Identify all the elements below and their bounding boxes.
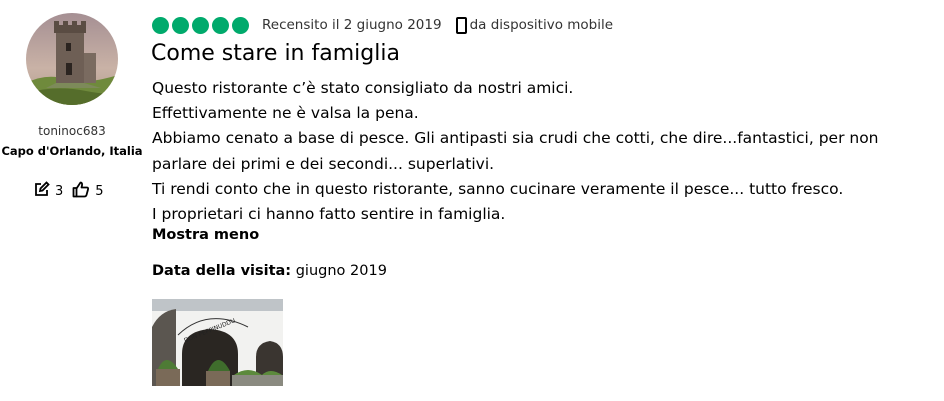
review-line: Questo ristorante c’è stato consigliato … xyxy=(152,79,574,97)
show-less-link[interactable]: Mostra meno xyxy=(152,227,259,243)
contributions-icon xyxy=(33,181,50,202)
review-date: Recensito il 2 giugno 2019 xyxy=(262,17,442,33)
visit-date: Data della visita: giugno 2019 xyxy=(152,263,387,279)
review-title[interactable]: Come stare in famiglia xyxy=(151,41,400,66)
rating-bubble xyxy=(192,16,209,34)
rating-bubbles xyxy=(152,16,252,34)
review-body: Questo ristorante c’è stato consigliato … xyxy=(152,76,892,227)
device-label: da dispositivo mobile xyxy=(469,17,614,33)
reviewer-location: Capo d'Orlando, Italia xyxy=(1,144,143,158)
rating-bubble xyxy=(212,16,229,34)
review-line: Abbiamo cenato a base di pesce. Gli anti… xyxy=(152,129,879,173)
review-line: I proprietari ci hanno fatto sentire in … xyxy=(152,205,506,224)
visit-date-value: giugno 2019 xyxy=(295,263,387,279)
review-photo[interactable]: DON PEPPINUDDU xyxy=(152,299,283,386)
contributions-count: 3 xyxy=(55,184,64,199)
thumbs-up-icon xyxy=(72,181,90,202)
visit-date-label: Data della visita: xyxy=(152,263,292,279)
review-meta: Recensito il 2 giugno 2019 da dispositiv… xyxy=(152,15,613,35)
reviewer-avatar[interactable] xyxy=(26,13,118,105)
reviewer-stats: 3 5 xyxy=(33,181,113,202)
reviewer-username[interactable]: toninoc683 xyxy=(0,124,144,138)
mobile-phone-icon xyxy=(455,16,467,34)
review-line: Effettivamente ne è valsa la pena. xyxy=(152,104,419,123)
rating-bubble xyxy=(172,16,189,34)
rating-bubble xyxy=(152,16,169,34)
helpful-votes-count: 5 xyxy=(95,184,104,199)
rating-bubble xyxy=(232,16,249,34)
review-line: Ti rendi conto che in questo ristorante,… xyxy=(152,179,844,198)
